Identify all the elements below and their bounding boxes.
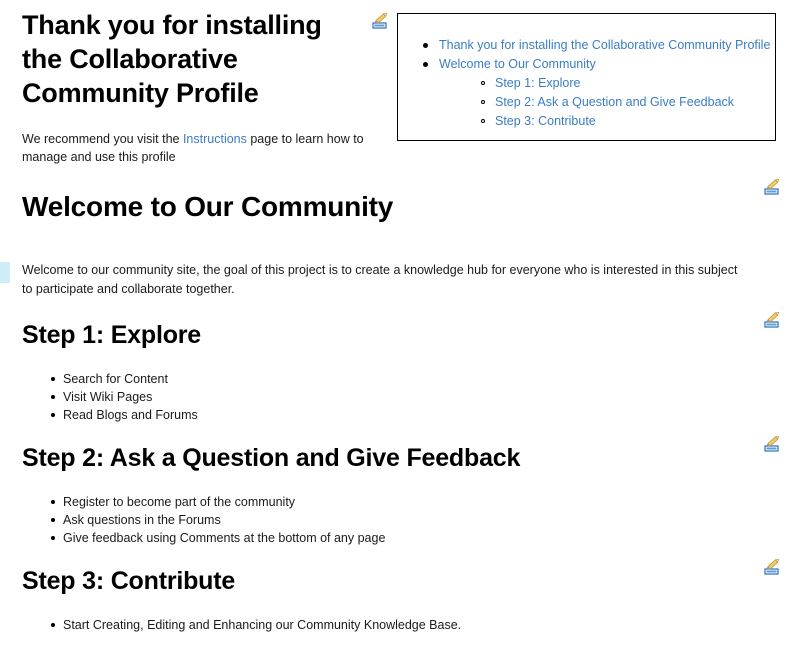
table-of-contents: Thank you for installing the Collaborati…	[397, 13, 776, 141]
list-item: Visit Wiki Pages	[0, 388, 198, 406]
edit-pencil-icon[interactable]	[372, 13, 389, 30]
heading-welcome: Welcome to Our Community	[22, 191, 394, 222]
bullet-hollow-icon	[481, 119, 485, 123]
list-item-label: Visit Wiki Pages	[63, 390, 153, 404]
bullet-icon	[51, 536, 55, 540]
bullet-icon	[423, 43, 428, 48]
edit-pencil-icon[interactable]	[764, 436, 781, 453]
edit-pencil-icon[interactable]	[764, 312, 781, 329]
intro-text-before: We recommend you visit the	[22, 132, 183, 146]
bullet-icon	[51, 413, 55, 417]
toc-item-step2[interactable]: Step 2: Ask a Question and Give Feedback	[439, 93, 770, 112]
toc-item-welcome[interactable]: Welcome to Our Community Step 1: Explore…	[418, 55, 770, 131]
list-item-label: Start Creating, Editing and Enhancing ou…	[63, 618, 462, 632]
page-root: Thank you for installing the Collaborati…	[0, 0, 803, 649]
bullet-icon	[51, 623, 55, 627]
list-item: Read Blogs and Forums	[0, 406, 198, 424]
page-title: Thank you for installing the Collaborati…	[22, 10, 322, 108]
step3-list: Start Creating, Editing and Enhancing ou…	[0, 616, 461, 634]
left-edge-marker	[0, 262, 10, 283]
step2-list: Register to become part of the community…	[0, 493, 385, 547]
toc-item-step3[interactable]: Step 3: Contribute	[439, 112, 770, 131]
bullet-icon	[51, 377, 55, 381]
edit-pencil-icon[interactable]	[764, 179, 781, 196]
instructions-link[interactable]: Instructions	[183, 132, 247, 146]
list-item: Ask questions in the Forums	[0, 511, 385, 529]
toc-item-step1[interactable]: Step 1: Explore	[439, 74, 770, 93]
list-item: Give feedback using Comments at the bott…	[0, 529, 385, 547]
heading-step2: Step 2: Ask a Question and Give Feedback	[22, 444, 521, 472]
toc-sublist: Step 1: Explore Step 2: Ask a Question a…	[439, 74, 770, 131]
bullet-hollow-icon	[481, 100, 485, 104]
toc-link-welcome[interactable]: Welcome to Our Community	[439, 57, 596, 71]
list-item-label: Read Blogs and Forums	[63, 408, 198, 422]
edit-pencil-icon[interactable]	[764, 559, 781, 576]
heading-step1: Step 1: Explore	[22, 321, 201, 349]
toc-link-step2[interactable]: Step 2: Ask a Question and Give Feedback	[495, 95, 734, 109]
toc-link-thank-you[interactable]: Thank you for installing the Collaborati…	[439, 38, 770, 52]
bullet-icon	[51, 500, 55, 504]
list-item-label: Register to become part of the community	[63, 495, 296, 509]
toc-link-step1[interactable]: Step 1: Explore	[495, 76, 580, 90]
welcome-paragraph: Welcome to our community site, the goal …	[22, 263, 738, 296]
list-item: Start Creating, Editing and Enhancing ou…	[0, 616, 461, 634]
bullet-icon	[423, 62, 428, 67]
toc-link-step3[interactable]: Step 3: Contribute	[495, 114, 596, 128]
step1-list: Search for Content Visit Wiki Pages Read…	[0, 370, 198, 424]
list-item-label: Give feedback using Comments at the bott…	[63, 531, 386, 545]
list-item-label: Ask questions in the Forums	[63, 513, 221, 527]
toc-item-thank-you[interactable]: Thank you for installing the Collaborati…	[418, 36, 770, 55]
toc-list: Thank you for installing the Collaborati…	[418, 36, 770, 131]
bullet-icon	[51, 395, 55, 399]
list-item: Search for Content	[0, 370, 198, 388]
bullet-icon	[51, 518, 55, 522]
bullet-hollow-icon	[481, 81, 485, 85]
intro-paragraph: We recommend you visit the Instructions …	[22, 130, 367, 166]
heading-step3: Step 3: Contribute	[22, 567, 236, 595]
list-item: Register to become part of the community	[0, 493, 385, 511]
list-item-label: Search for Content	[63, 372, 168, 386]
